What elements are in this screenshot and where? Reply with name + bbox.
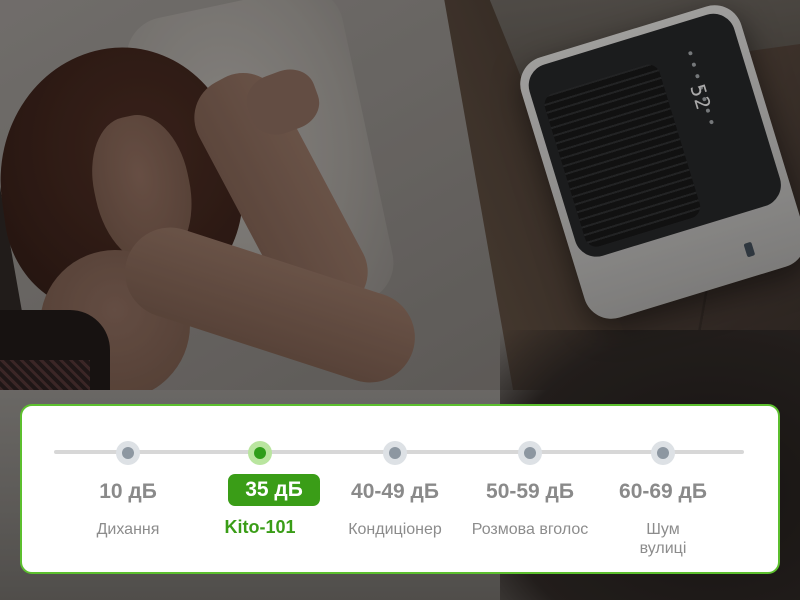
noise-level-value: 60-69 дБ (619, 480, 707, 503)
noise-marker-dot-active (248, 441, 272, 465)
noise-level-panel: 10 дБ Дихання 35 дБ Kito-101 40-49 дБ Ко… (20, 404, 780, 574)
noise-source-label: Кондиціонер (348, 521, 442, 538)
product-banner: 52 10 дБ Дихання 35 дБ Kito-101 40-49 дБ… (0, 0, 800, 600)
noise-marker-dot (518, 441, 542, 465)
noise-source-label: Розмова вголос (471, 521, 589, 538)
noise-marker-dot (383, 441, 407, 465)
noise-level-value: 10 дБ (99, 480, 157, 503)
noise-source-label: Дихання (96, 521, 160, 538)
product-name-label: Kito-101 (224, 517, 296, 537)
noise-source-label: Шум вулиці (639, 521, 687, 557)
noise-level-value: 40-49 дБ (351, 480, 439, 503)
noise-marker-dot (116, 441, 140, 465)
noise-marker-dot (651, 441, 675, 465)
noise-level-value: 50-59 дБ (486, 480, 574, 503)
noise-level-badge: 35 дБ (228, 474, 320, 506)
